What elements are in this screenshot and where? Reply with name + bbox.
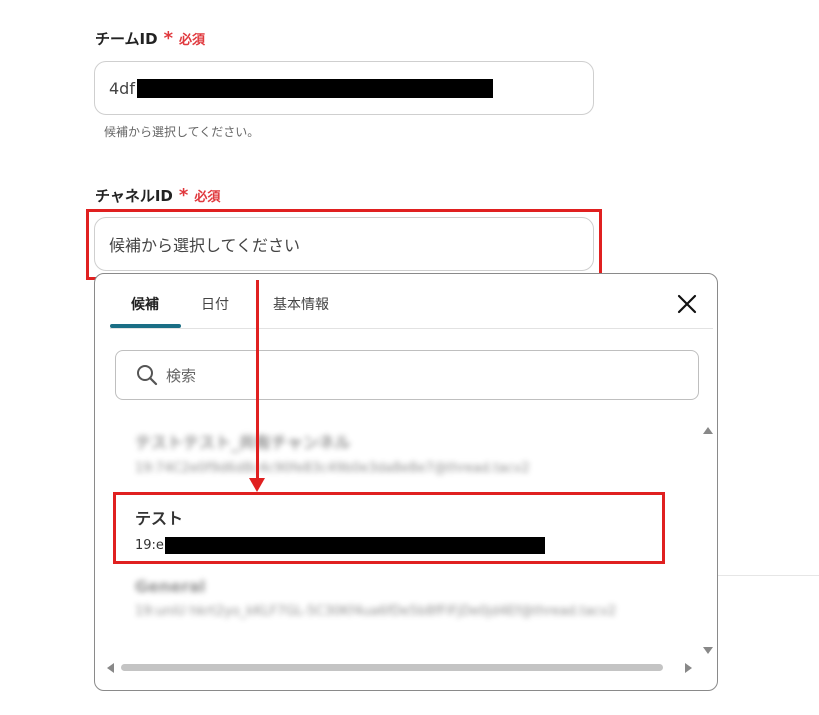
item-name: テストテスト_共有チャンネル bbox=[135, 433, 351, 452]
tab-candidates[interactable]: 候補 bbox=[131, 294, 159, 314]
team-id-label: チームID * 必須 bbox=[95, 28, 205, 49]
required-mark: * bbox=[163, 27, 174, 49]
item-id: 19:uniU hkrt2yo_kKLF7GL-5C30Kf4ua6fDe5b8… bbox=[135, 604, 617, 619]
redacted-bar bbox=[136, 78, 493, 98]
required-mark: * bbox=[178, 184, 189, 206]
search-icon bbox=[137, 365, 158, 386]
close-icon[interactable] bbox=[675, 292, 699, 316]
required-text: 必須 bbox=[179, 33, 206, 48]
arrow-line bbox=[256, 280, 259, 480]
channel-id-label: チャネルID * 必須 bbox=[95, 185, 220, 206]
scroll-down-icon[interactable] bbox=[703, 647, 713, 654]
search-placeholder: 検索 bbox=[166, 366, 197, 385]
arrow-head-icon bbox=[249, 478, 265, 492]
scroll-left-icon[interactable] bbox=[107, 663, 114, 673]
team-id-field[interactable]: 4df bbox=[94, 61, 594, 115]
scroll-up-icon[interactable] bbox=[703, 427, 713, 434]
divider bbox=[718, 575, 819, 576]
item-id: 19:74C2e0f9d6d8c4c90fe83c49b0e3da8e8e7@t… bbox=[135, 461, 530, 476]
candidate-popup: 候補 日付 基本情報 検索 テストテスト_共有チャンネル 19:74C2e0f9… bbox=[94, 273, 718, 691]
tab-basic-info[interactable]: 基本情報 bbox=[273, 294, 329, 314]
search-input[interactable]: 検索 bbox=[115, 350, 699, 400]
highlight-box-channel bbox=[86, 209, 602, 280]
tab-divider bbox=[110, 328, 713, 329]
highlight-box-item bbox=[113, 492, 665, 564]
tab-date[interactable]: 日付 bbox=[201, 294, 229, 314]
item-name: General bbox=[135, 577, 206, 596]
popup-tabs: 候補 日付 基本情報 bbox=[95, 274, 717, 330]
channel-id-label-text: チャネルID bbox=[95, 187, 173, 205]
horizontal-scrollbar[interactable] bbox=[121, 664, 663, 671]
list-item[interactable]: General 19:uniU hkrt2yo_kKLF7GL-5C30Kf4u… bbox=[135, 577, 616, 619]
list-item[interactable]: テストテスト_共有チャンネル 19:74C2e0f9d6d8c4c90fe83c… bbox=[135, 429, 530, 476]
scroll-right-icon[interactable] bbox=[685, 663, 692, 673]
team-id-value: 4df bbox=[109, 78, 135, 98]
team-id-hint: 候補から選択してください。 bbox=[104, 125, 260, 139]
required-text: 必須 bbox=[194, 190, 221, 205]
team-id-label-text: チームID bbox=[95, 30, 158, 48]
